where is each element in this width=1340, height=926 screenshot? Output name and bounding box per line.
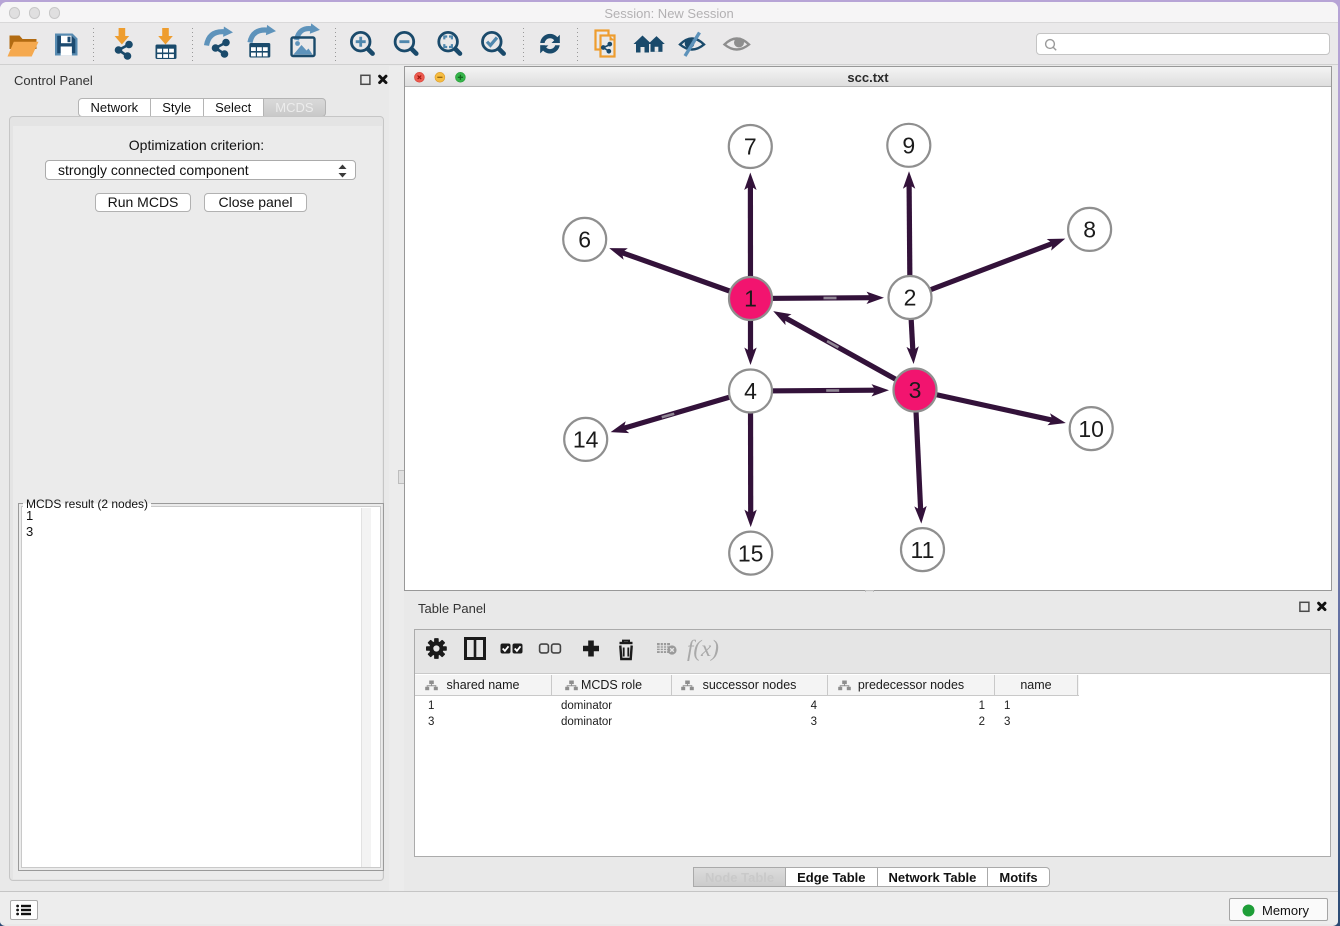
svg-text:8: 8 [1083, 216, 1096, 242]
svg-text:2: 2 [904, 284, 917, 310]
svg-text:15: 15 [738, 540, 764, 566]
svg-text:1: 1 [744, 285, 757, 311]
svg-text:7: 7 [744, 133, 757, 159]
svg-text:4: 4 [744, 378, 757, 404]
svg-text:3: 3 [909, 377, 922, 403]
svg-text:11: 11 [911, 536, 935, 562]
svg-text:14: 14 [573, 426, 599, 452]
svg-text:10: 10 [1078, 415, 1104, 441]
svg-text:9: 9 [902, 132, 915, 158]
svg-text:f(x): f(x) [687, 636, 719, 661]
svg-text:6: 6 [578, 226, 591, 252]
